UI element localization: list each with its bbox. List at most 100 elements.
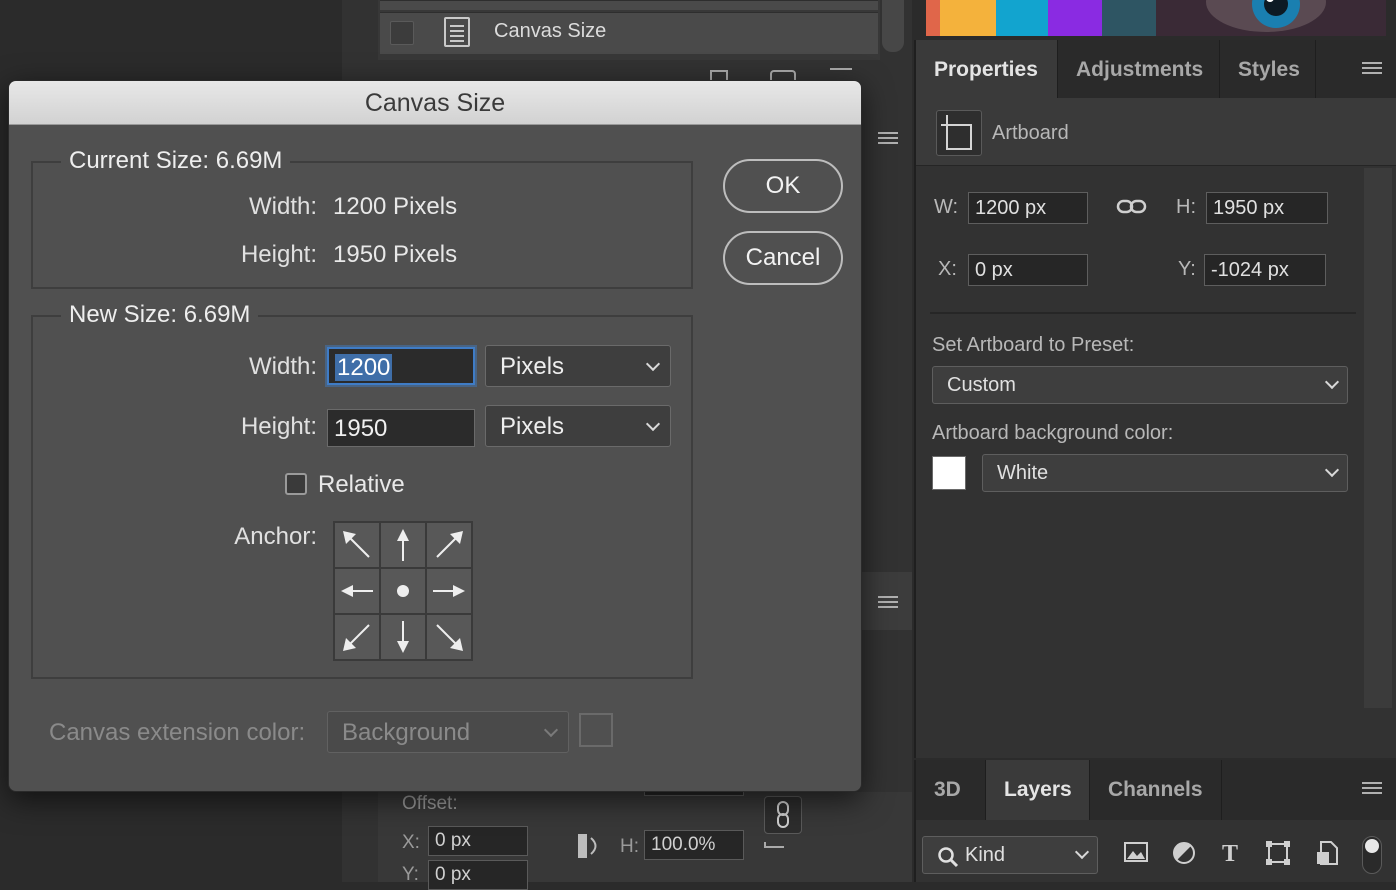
offset-label: Offset: [402, 793, 458, 814]
scale-h-label: H: [620, 836, 639, 857]
artboard-header [916, 98, 1396, 166]
new-width-value: 1200 [335, 354, 393, 381]
anchor-grid [333, 521, 473, 661]
arrow-up-left-icon [343, 531, 370, 558]
anchor-top-center[interactable] [380, 522, 426, 568]
offset-x-input[interactable]: 0 px [428, 826, 528, 856]
width-unit-select[interactable]: Pixels [485, 345, 671, 387]
link-icon[interactable] [764, 796, 802, 834]
x-label: X: [938, 258, 957, 280]
panel-menu-icon[interactable] [878, 132, 898, 146]
anchor-center-dot-icon [397, 585, 409, 597]
filter-toggle[interactable] [1362, 836, 1382, 874]
arrow-down-right-icon [436, 624, 463, 651]
offset-y-label: Y: [402, 864, 419, 885]
ok-button[interactable]: OK [723, 159, 843, 213]
extension-color-value: Background [342, 719, 471, 746]
width-label: W: [934, 196, 959, 218]
y-input[interactable]: -1024 px [1204, 254, 1326, 286]
adjustment-filter-icon[interactable] [1170, 840, 1198, 868]
arrow-up-right-icon [436, 531, 463, 558]
new-width-input[interactable]: 1200 [327, 347, 475, 385]
extension-color-swatch [579, 713, 613, 747]
layer-filter-select[interactable]: Kind [922, 836, 1098, 874]
tab-3d[interactable]: 3D [916, 760, 986, 820]
divider [930, 312, 1356, 314]
history-item-label: Canvas Size [494, 20, 607, 42]
canvas-size-dialog: Canvas Size Current Size: 6.69M Width: 1… [8, 80, 862, 792]
relative-checkbox[interactable] [285, 473, 307, 495]
width-input[interactable]: 1200 px [968, 192, 1088, 224]
bg-color-select[interactable]: White [982, 454, 1348, 492]
flip-icon[interactable] [578, 832, 602, 860]
chevron-down-icon [645, 356, 661, 372]
anchor-middle-right[interactable] [426, 568, 472, 614]
tab-properties[interactable]: Properties [916, 40, 1058, 98]
extension-color-select: Background [327, 711, 569, 753]
smart-object-filter-icon[interactable] [1314, 840, 1342, 868]
tab-adjustments[interactable]: Adjustments [1058, 40, 1220, 98]
bg-color-swatch[interactable] [932, 456, 966, 490]
width-unit-value: Pixels [500, 353, 565, 380]
current-height-label: Height: [240, 241, 317, 268]
cancel-button[interactable]: Cancel [723, 231, 843, 285]
chevron-down-icon [645, 416, 661, 432]
y-label: Y: [1178, 258, 1196, 280]
history-item-checkbox[interactable] [390, 21, 414, 45]
artboard-label: Artboard [992, 122, 1069, 144]
document-icon [444, 17, 470, 47]
tab-channels[interactable]: Channels [1090, 760, 1222, 820]
type-filter-icon[interactable]: T [1216, 840, 1244, 868]
artboard-icon [936, 110, 982, 156]
scale-h-input[interactable]: 100.0% [644, 830, 744, 860]
anchor-middle-left[interactable] [334, 568, 380, 614]
link-bracket [764, 842, 784, 848]
new-width-label: Width: [248, 353, 317, 380]
anchor-bottom-right[interactable] [426, 614, 472, 660]
history-item[interactable] [380, 0, 878, 10]
anchor-label: Anchor: [234, 523, 317, 550]
x-input[interactable]: 0 px [968, 254, 1088, 286]
height-unit-select[interactable]: Pixels [485, 405, 671, 447]
preset-select-value: Custom [947, 374, 1016, 396]
bg-color-label: Artboard background color: [932, 422, 1174, 444]
anchor-bottom-center[interactable] [380, 614, 426, 660]
dialog-title: Canvas Size [9, 81, 861, 125]
current-size-group [31, 161, 693, 289]
tab-styles[interactable]: Styles [1220, 40, 1316, 98]
current-height-value: 1950 Pixels [333, 241, 458, 268]
chevron-down-icon [543, 722, 559, 738]
chevron-down-icon [1074, 844, 1090, 860]
layer-filter-value: Kind [965, 844, 1006, 866]
preset-select[interactable]: Custom [932, 366, 1348, 404]
shape-filter-icon[interactable] [1264, 840, 1292, 868]
anchor-top-right[interactable] [426, 522, 472, 568]
height-unit-value: Pixels [500, 413, 565, 440]
current-width-label: Width: [248, 193, 317, 220]
search-icon [938, 847, 959, 868]
current-width-value: 1200 Pixels [333, 193, 458, 220]
anchor-bottom-left[interactable] [334, 614, 380, 660]
image-filter-icon[interactable] [1122, 840, 1150, 868]
anchor-top-left[interactable] [334, 522, 380, 568]
history-scrollbar[interactable] [882, 0, 904, 52]
height-input[interactable]: 1950 px [1206, 192, 1328, 224]
height-label: H: [1176, 196, 1196, 218]
tab-layers[interactable]: Layers [986, 760, 1090, 820]
relative-label[interactable]: Relative [318, 471, 405, 499]
offset-y-input[interactable]: 0 px [428, 860, 528, 890]
link-dimensions-icon[interactable] [1116, 196, 1148, 218]
chevron-down-icon [1324, 374, 1340, 390]
new-size-label: New Size: 6.69M [61, 301, 259, 329]
current-size-label: Current Size: 6.69M [61, 147, 291, 175]
filter-toggle-knob [1365, 839, 1379, 853]
arrow-left-icon [341, 585, 373, 597]
extension-color-label: Canvas extension color: [49, 719, 306, 746]
new-height-input[interactable]: 1950 [327, 409, 475, 447]
preset-label: Set Artboard to Preset: [932, 334, 1135, 356]
panel-menu-icon[interactable] [878, 596, 898, 610]
properties-scrollbar[interactable] [1364, 168, 1392, 708]
anchor-center[interactable] [380, 568, 426, 614]
panel-menu-icon[interactable] [1362, 62, 1382, 76]
panel-menu-icon[interactable] [1362, 782, 1382, 796]
